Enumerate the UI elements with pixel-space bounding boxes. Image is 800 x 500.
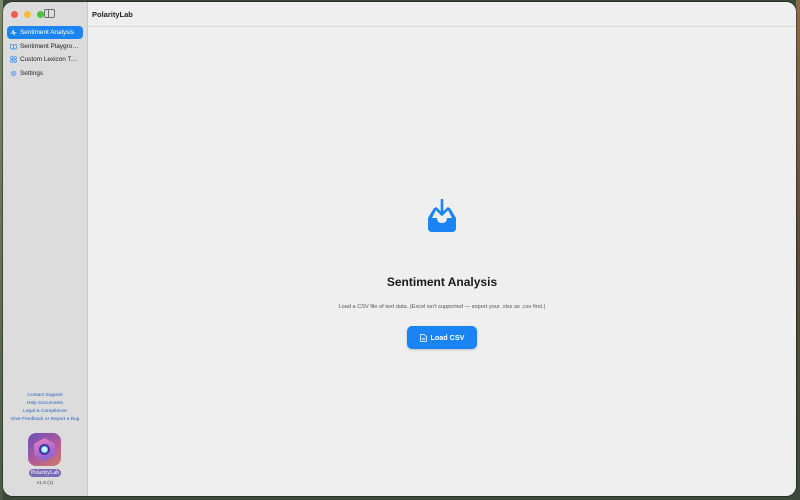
- sidebar-item-label: Settings: [20, 69, 44, 77]
- desktop-edge-right: [796, 0, 800, 500]
- sidebar-item-label: Sentiment Playground: [20, 42, 80, 50]
- sidebar-item-sentiment-analysis[interactable]: Sentiment Analysis: [7, 26, 83, 39]
- sidebar-nav: Sentiment Analysis Sentiment Playground …: [7, 26, 83, 80]
- app-window: Sentiment Analysis Sentiment Playground …: [3, 2, 796, 496]
- legal-compliance-link[interactable]: Legal & Compliance: [3, 408, 87, 416]
- app-logo-icon: [28, 433, 61, 466]
- contact-support-link[interactable]: Contact Support: [3, 392, 87, 400]
- sidebar-item-sentiment-playground[interactable]: Sentiment Playground: [7, 40, 83, 53]
- titlebar: PolarityLab: [88, 2, 796, 27]
- close-window-button[interactable]: [11, 11, 18, 18]
- app-version: v1.0 (1): [36, 481, 54, 486]
- brand-name: PolarityLab: [29, 469, 61, 477]
- sidebar-item-settings[interactable]: Settings: [7, 67, 83, 80]
- load-csv-label: Load CSV: [430, 333, 465, 342]
- grid-icon: [10, 56, 17, 63]
- sidebar-toggle-icon[interactable]: [44, 9, 55, 18]
- sidebar: Sentiment Analysis Sentiment Playground …: [3, 2, 88, 496]
- help-documents-link[interactable]: Help Documents: [3, 400, 87, 408]
- load-csv-button[interactable]: Load CSV: [407, 326, 477, 349]
- empty-state-title: Sentiment Analysis: [386, 275, 498, 289]
- sidebar-item-custom-lexicon[interactable]: Custom Lexicon Temp...: [7, 53, 83, 66]
- gear-icon: [10, 70, 17, 77]
- document-icon: [419, 333, 427, 342]
- window-controls: [11, 11, 44, 18]
- window-title: PolarityLab: [92, 10, 133, 19]
- empty-state-subtitle: Load a CSV file of text data. (Excel isn…: [338, 304, 546, 310]
- feedback-link[interactable]: Give Feedback or Report a Bug: [3, 416, 87, 424]
- main-area: PolarityLab Sentiment Analysis Load a CS…: [88, 2, 796, 496]
- minimize-window-button[interactable]: [24, 11, 31, 18]
- tray-download-icon: [428, 199, 456, 232]
- support-links: Contact Support Help Documents Legal & C…: [3, 392, 87, 424]
- waveform-icon: [10, 29, 17, 36]
- sidebar-item-label: Custom Lexicon Temp...: [20, 56, 80, 63]
- content-area: Sentiment Analysis Load a CSV file of te…: [88, 27, 796, 496]
- zoom-window-button[interactable]: [37, 11, 44, 18]
- sidebar-item-label: Sentiment Analysis: [20, 29, 74, 36]
- book-icon: [10, 43, 17, 50]
